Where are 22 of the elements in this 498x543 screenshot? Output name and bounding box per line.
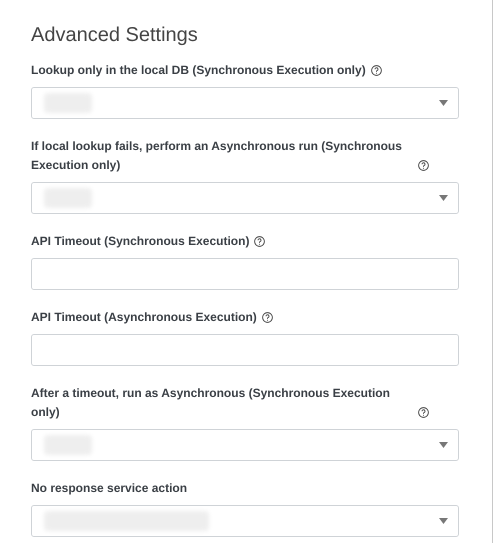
- dropdown-field[interactable]: [31, 505, 459, 537]
- caret-icon: [439, 518, 448, 524]
- help-icon[interactable]: [418, 160, 429, 171]
- field-label: API Timeout (Asynchronous Execution): [31, 309, 257, 326]
- dropdown-field[interactable]: [31, 429, 459, 461]
- caret-icon: [439, 195, 448, 201]
- caret-icon: [439, 100, 448, 106]
- input-field[interactable]: [31, 334, 459, 366]
- field-label: If local lookup fails, perform an Asynchronous run (Synchronous Execution only): [31, 138, 403, 174]
- caret-icon: [439, 442, 448, 448]
- section-title: Advanced Settings: [31, 24, 199, 47]
- field-label: API Timeout (Synchronous Execution): [31, 233, 250, 250]
- input-field[interactable]: [31, 258, 459, 290]
- field-label: Lookup only in the local DB (Synchronous Execution only): [31, 62, 366, 79]
- field-label: No response service action: [31, 480, 188, 497]
- dropdown-field[interactable]: [31, 87, 459, 119]
- dropdown-field[interactable]: [31, 182, 459, 214]
- help-icon[interactable]: [262, 312, 273, 323]
- field-label: After a timeout, run as Asynchronous (Synchronous Execution only): [31, 385, 391, 421]
- help-icon[interactable]: [370, 65, 382, 76]
- help-icon[interactable]: [254, 236, 266, 247]
- help-icon[interactable]: [418, 407, 429, 418]
